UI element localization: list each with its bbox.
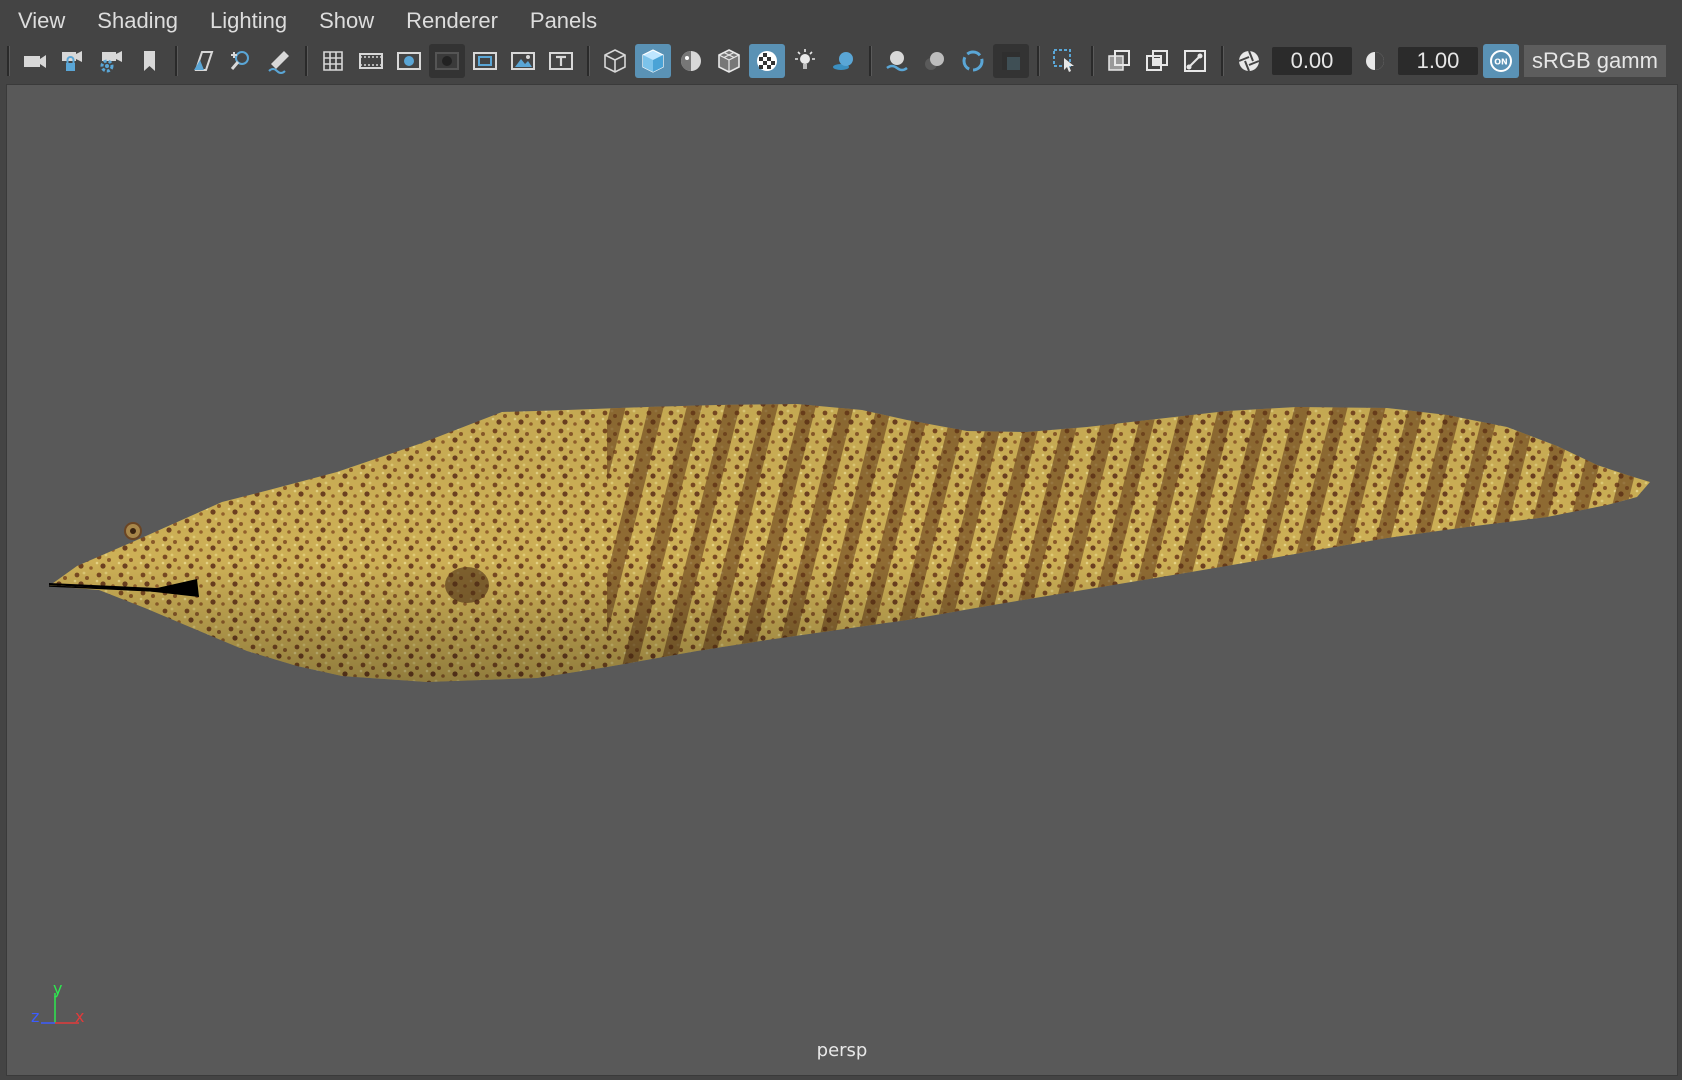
exposure-field[interactable]: 0.00 <box>1272 47 1352 75</box>
depth-of-field-icon[interactable] <box>993 44 1029 78</box>
menu-lighting[interactable]: Lighting <box>194 0 303 42</box>
xray-active-components-icon[interactable] <box>1139 44 1175 78</box>
axis-y-label: y <box>53 979 63 998</box>
menu-panels[interactable]: Panels <box>514 0 613 42</box>
toolbar-separator <box>1220 46 1224 76</box>
xray-joints-icon[interactable] <box>1177 44 1213 78</box>
2d-pan-zoom-icon[interactable] <box>223 44 259 78</box>
exposure-icon[interactable] <box>1231 44 1267 78</box>
color-management-badge: ON <box>1494 58 1508 67</box>
use-all-lights-icon[interactable] <box>787 44 823 78</box>
grease-pencil-icon[interactable] <box>261 44 297 78</box>
default-material-icon[interactable] <box>673 44 709 78</box>
wireframe-on-shaded-icon[interactable] <box>711 44 747 78</box>
bookmark-icon[interactable] <box>131 44 167 78</box>
select-camera-icon[interactable] <box>17 44 53 78</box>
color-management-icon[interactable]: ON <box>1483 44 1519 78</box>
smooth-shade-icon[interactable] <box>635 44 671 78</box>
multisample-anti-aliasing-icon[interactable] <box>955 44 991 78</box>
screen-space-ambient-occlusion-icon[interactable] <box>879 44 915 78</box>
textured-icon[interactable] <box>749 44 785 78</box>
image-plane-icon[interactable] <box>185 44 221 78</box>
toolbar-separator <box>1090 46 1094 76</box>
safe-action-icon[interactable] <box>505 44 541 78</box>
isolate-select-icon[interactable] <box>1047 44 1083 78</box>
view-transform-dropdown[interactable]: sRGB gamm <box>1524 45 1666 77</box>
camera-name-label: persp <box>816 1040 868 1061</box>
field-chart-icon[interactable] <box>467 44 503 78</box>
toolbar-separator <box>1036 46 1040 76</box>
resolution-gate-icon[interactable] <box>391 44 427 78</box>
panel-menu-bar: View Shading Lighting Show Renderer Pane… <box>0 0 1682 42</box>
gamma-field[interactable]: 1.00 <box>1398 47 1478 75</box>
axis-z-label: z <box>31 1007 40 1026</box>
menu-view[interactable]: View <box>0 0 81 42</box>
3d-viewport[interactable]: y z x persp <box>6 84 1678 1076</box>
xray-icon[interactable] <box>1101 44 1137 78</box>
toolbar-separator <box>6 46 10 76</box>
film-gate-icon[interactable] <box>353 44 389 78</box>
toolbar-separator <box>868 46 872 76</box>
axis-x-label: x <box>75 1007 85 1026</box>
panel-toolbar: 0.00 1.00 ON sRGB gamm <box>0 42 1682 80</box>
gamma-icon[interactable] <box>1357 44 1393 78</box>
camera-attributes-icon[interactable] <box>93 44 129 78</box>
shadows-icon[interactable] <box>825 44 861 78</box>
toolbar-separator <box>586 46 590 76</box>
lock-camera-icon[interactable] <box>55 44 91 78</box>
safe-title-icon[interactable] <box>543 44 579 78</box>
axis-gnomon: y z x <box>23 979 93 1039</box>
menu-show[interactable]: Show <box>303 0 390 42</box>
grid-icon[interactable] <box>315 44 351 78</box>
gate-mask-icon[interactable] <box>429 44 465 78</box>
menu-shading[interactable]: Shading <box>81 0 194 42</box>
maya-viewport-panel: View Shading Lighting Show Renderer Pane… <box>0 0 1682 1080</box>
wireframe-icon[interactable] <box>597 44 633 78</box>
menu-renderer[interactable]: Renderer <box>390 0 514 42</box>
motion-blur-icon[interactable] <box>917 44 953 78</box>
moray-eel-model[interactable] <box>7 85 1677 1075</box>
toolbar-separator <box>174 46 178 76</box>
toolbar-separator <box>304 46 308 76</box>
